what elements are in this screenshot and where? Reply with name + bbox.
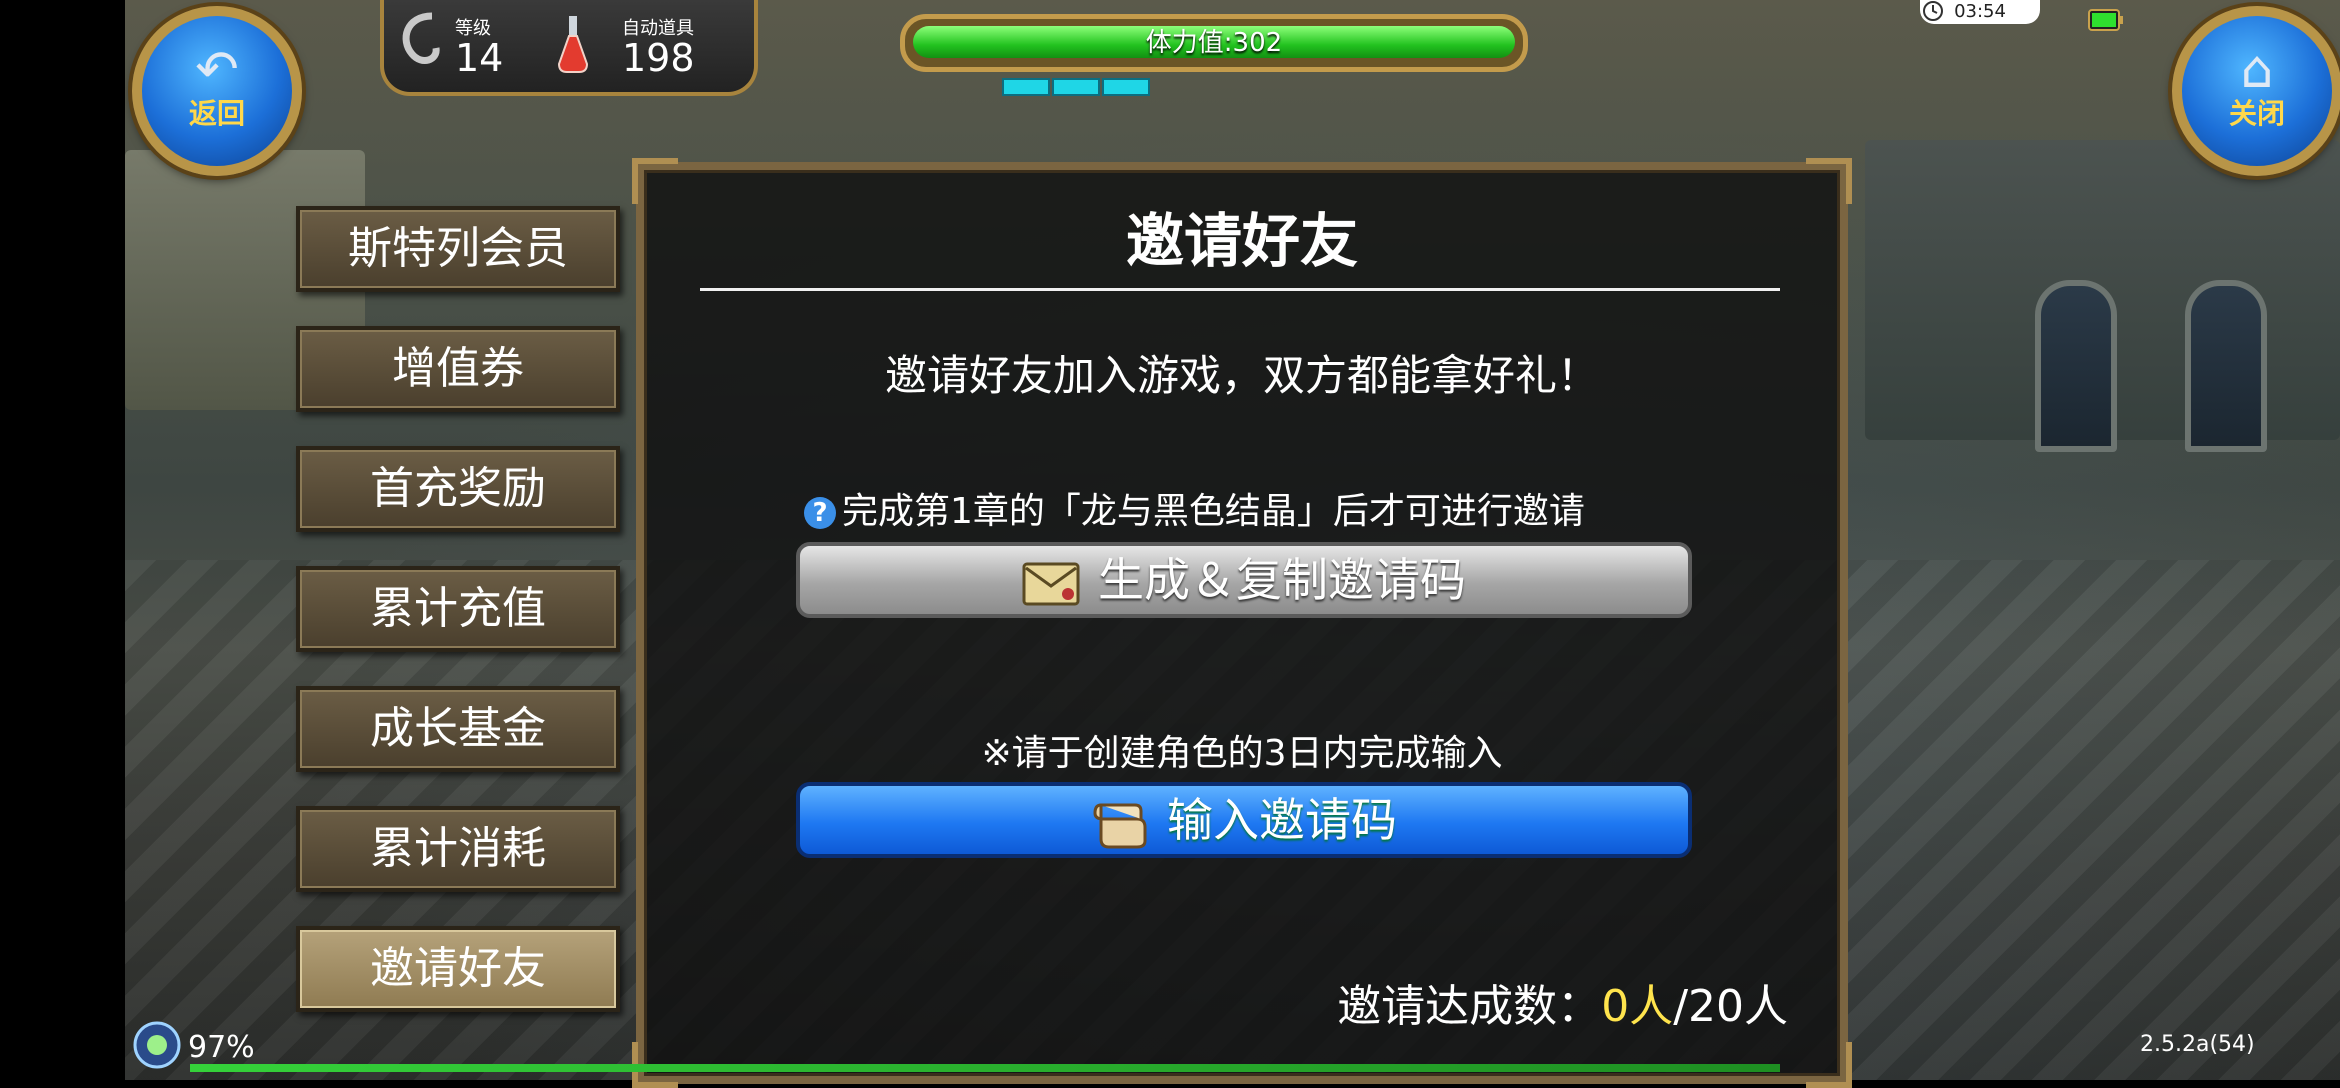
generate-button-label: 生成＆复制邀请码 [1098, 553, 1466, 607]
battery-icon [2088, 9, 2123, 31]
stamina-text: 体力值:302 [1145, 28, 1283, 58]
stamina-pip [1002, 78, 1050, 96]
window-arch [2185, 280, 2267, 452]
bottom-progress-line [190, 1064, 1780, 1072]
menu-item-cumulative-recharge[interactable]: 累计充值 [296, 566, 620, 652]
back-button[interactable]: ↶ 返回 [132, 6, 302, 176]
close-button[interactable]: ⌂ 关闭 [2172, 6, 2340, 176]
requirement-text: 完成第1章的「龙与黑色结晶」后才可进行邀请 [842, 491, 1585, 532]
menu-item-cumulative-spending[interactable]: 累计消耗 [296, 806, 620, 892]
stamina-pip [1052, 78, 1100, 96]
invite-count-total: /20人 [1673, 981, 1788, 1032]
home-icon: ⌂ [2240, 40, 2274, 100]
scroll-icon [1093, 802, 1147, 848]
help-icon[interactable]: ? [804, 497, 836, 529]
clock-time: 03:54 [1954, 1, 2006, 22]
close-button-label: 关闭 [2228, 97, 2285, 130]
back-arrow-icon: ↶ [195, 40, 239, 100]
invite-count-label: 邀请达成数： [1337, 981, 1602, 1032]
menu-item-growth-fund[interactable]: 成长基金 [296, 686, 620, 772]
input-code-button[interactable]: 输入邀请码 [796, 782, 1692, 858]
window-arch [2035, 280, 2117, 452]
letter-icon [1022, 562, 1080, 605]
generate-copy-code-button[interactable]: 生成＆复制邀请码 [796, 542, 1692, 618]
battery-percent: 97% [188, 1030, 255, 1065]
frame-corner [1806, 1042, 1852, 1088]
invite-count: 邀请达成数：0人/20人 [1337, 970, 1788, 1034]
menu-item-first-recharge[interactable]: 首充奖励 [296, 446, 620, 532]
version-text: 2.5.2a(54) [2140, 1032, 2255, 1057]
menu-item-invite-friends[interactable]: 邀请好友 [296, 926, 620, 1012]
dialog-subtitle: 邀请好友加入游戏，双方都能拿好礼！ [884, 351, 1599, 400]
invite-count-current: 0人 [1601, 981, 1674, 1032]
deadline-note: ※请于创建角色的3日内完成输入 [981, 733, 1503, 774]
title-divider [700, 288, 1780, 291]
stamina-pip [1102, 78, 1150, 96]
menu-item-voucher[interactable]: 增值券 [296, 326, 620, 412]
dialog-title: 邀请好友 [1125, 207, 1358, 275]
invite-friends-dialog: 邀请好友 邀请好友加入游戏，双方都能拿好礼！ ? 完成第1章的「龙与黑色结晶」后才… [632, 158, 1852, 1088]
input-button-label: 输入邀请码 [1167, 793, 1397, 847]
hook-ornament-icon [402, 12, 440, 65]
clock-icon [1923, 1, 1943, 21]
signal-icon [133, 1021, 181, 1069]
stamina-bar: 体力值:302 [900, 14, 1528, 72]
requirement-note: ? 完成第1章的「龙与黑色结晶」后才可进行邀请 [804, 482, 1585, 534]
level-value: 14 [455, 36, 504, 80]
menu-item-membership[interactable]: 斯特列会员 [296, 206, 620, 292]
back-button-label: 返回 [188, 97, 245, 130]
auto-item-value: 198 [622, 36, 695, 80]
potion-icon [557, 16, 589, 73]
